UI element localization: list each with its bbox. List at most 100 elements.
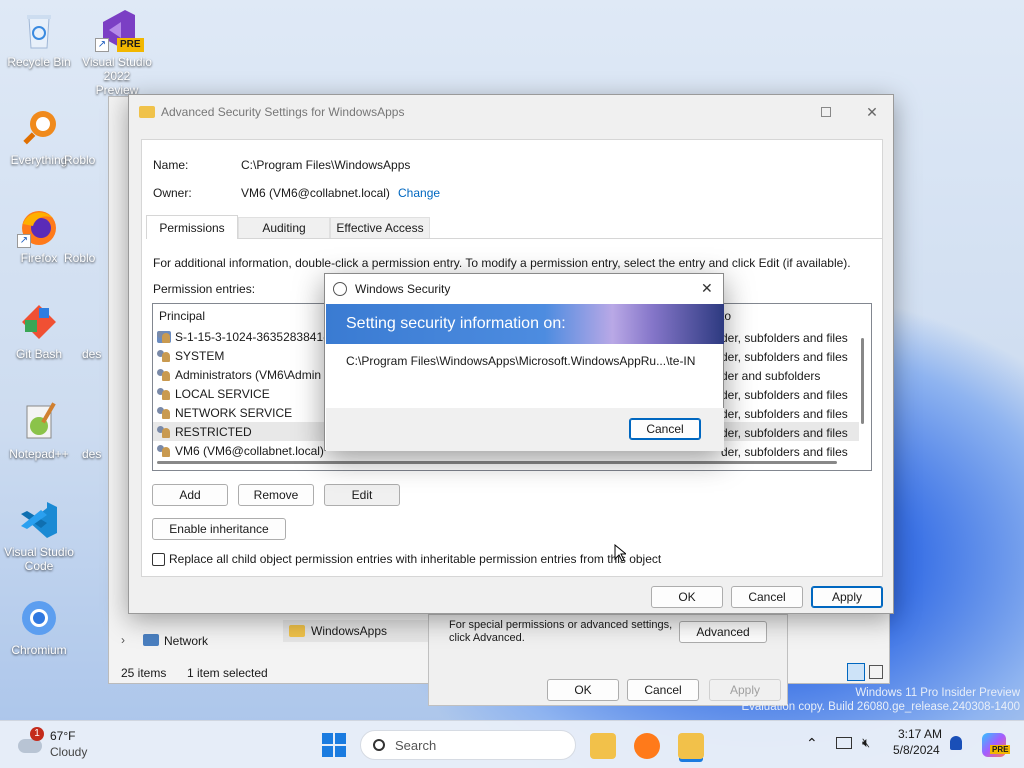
desktop-icon-git-bash[interactable]: Git Bash <box>4 300 74 361</box>
desktop-icon-label: Roblo <box>64 153 96 167</box>
owner-value: VM6 (VM6@collabnet.local) <box>241 186 390 200</box>
adv-cancel-button[interactable]: Cancel <box>731 586 803 608</box>
folder-list-item[interactable]: WindowsApps <box>283 620 433 642</box>
file-explorer-active-taskbar-icon[interactable] <box>678 733 704 759</box>
desktop-icon-vscode[interactable]: Visual Studio Code <box>4 498 74 573</box>
checkbox-label: Replace all child object permission entr… <box>169 552 662 566</box>
chromium-icon <box>17 596 61 640</box>
weather-alert-badge: 1 <box>30 727 44 741</box>
firefox-taskbar-icon[interactable] <box>634 733 660 759</box>
shortcut-arrow-icon: ↗ <box>17 234 31 248</box>
desktop-icon-recycle-bin[interactable]: Recycle Bin <box>4 8 74 69</box>
desktop-icon-label: Recycle Bin <box>7 55 71 69</box>
table-row[interactable]: LOCAL SERVICE <box>157 384 270 403</box>
windows-security-dialog: Windows Security ✕ Setting security info… <box>324 273 724 451</box>
wsec-footer: Cancel <box>326 408 724 451</box>
watermark-line1: Windows 11 Pro Insider Preview <box>855 687 1020 699</box>
chevron-up-icon[interactable]: ⌃ <box>806 735 818 752</box>
remove-button[interactable]: Remove <box>238 484 314 506</box>
clock-icon <box>333 282 347 296</box>
desktop-file-icon <box>88 300 108 344</box>
vertical-scrollbar[interactable] <box>861 338 864 424</box>
taskbar-search-box[interactable]: Search <box>360 730 576 760</box>
table-row[interactable]: S-1-15-3-1024-3635283841-2 <box>157 327 334 346</box>
display-icon[interactable] <box>836 737 852 749</box>
chevron-right-icon[interactable]: › <box>121 633 125 647</box>
tab-label: Effective Access <box>336 221 424 235</box>
desktop-icon-label: Chromium <box>11 643 67 657</box>
entries-label: Permission entries: <box>153 282 256 296</box>
adv-ok-button[interactable]: OK <box>651 586 723 608</box>
close-icon: ✕ <box>866 103 878 120</box>
desktop-icon-roblox-2[interactable]: Roblo <box>64 204 104 265</box>
name-value: C:\Program Files\WindowsApps <box>241 158 411 172</box>
user-group-icon <box>157 349 171 362</box>
wsec-close-icon[interactable]: ✕ <box>701 280 713 297</box>
desktop-icon-notepadpp[interactable]: Notepad++ <box>4 400 74 461</box>
adv-window-title: Advanced Security Settings for WindowsAp… <box>161 105 405 119</box>
table-row[interactable]: VM6 (VM6@collabnet.local) <box>157 441 324 460</box>
volume-muted-icon[interactable]: 🔇︎ <box>862 735 870 751</box>
clock-time[interactable]: 3:17 AM <box>898 727 942 741</box>
replace-child-permissions-checkbox[interactable]: Replace all child object permission entr… <box>152 552 661 566</box>
close-button[interactable]: ✕ <box>849 95 895 129</box>
column-header-principal[interactable]: Principal <box>159 309 205 323</box>
properties-advanced-button[interactable]: Advanced <box>679 621 767 643</box>
applies-to-cell: der, subfolders and files <box>721 388 848 402</box>
clock-date[interactable]: 5/8/2024 <box>893 743 940 757</box>
tab-effective-access[interactable]: Effective Access <box>330 217 430 239</box>
properties-cancel-button[interactable]: Cancel <box>627 679 699 701</box>
recycle-bin-icon <box>17 8 61 52</box>
maximize-button[interactable] <box>803 95 849 129</box>
wsec-titlebar[interactable]: Windows Security <box>325 274 723 304</box>
principal-name: S-1-15-3-1024-3635283841-2 <box>175 329 334 344</box>
wsec-path: C:\Program Files\WindowsApps\Microsoft.W… <box>346 354 696 368</box>
desktop-icon-roblox[interactable]: Roblo <box>64 106 104 167</box>
wsec-title: Windows Security <box>355 282 451 296</box>
firefox-icon: ↗ <box>17 204 61 248</box>
file-explorer-taskbar-icon[interactable] <box>590 733 616 759</box>
horizontal-scrollbar[interactable] <box>157 461 837 464</box>
notification-bell-icon[interactable] <box>950 736 962 750</box>
properties-ok-button[interactable]: OK <box>547 679 619 701</box>
start-button-windows-icon[interactable] <box>322 733 346 757</box>
cloud-icon <box>18 739 42 753</box>
tiles-view-icon[interactable] <box>869 665 883 679</box>
principal-name: LOCAL SERVICE <box>175 386 270 401</box>
principal-name: Administrators (VM6\Admin <box>175 367 322 382</box>
applies-to-cell: der and subfolders <box>721 369 821 383</box>
add-button[interactable]: Add <box>152 484 228 506</box>
taskbar: 1 67°F Cloudy Search ⌃ 🔇︎ 3:17 AM 5/8/20… <box>0 720 1024 768</box>
name-label: Name: <box>153 158 189 172</box>
enable-inheritance-button[interactable]: Enable inheritance <box>152 518 286 540</box>
user-group-icon <box>157 387 171 400</box>
everything-search-icon <box>17 106 61 150</box>
change-owner-link[interactable]: Change <box>398 186 440 200</box>
notepad-plus-plus-icon <box>17 400 61 444</box>
tab-label: Auditing <box>262 221 306 235</box>
table-row[interactable]: SYSTEM <box>157 346 224 365</box>
edit-button[interactable]: Edit <box>324 484 400 506</box>
nav-network[interactable]: Network <box>164 634 208 648</box>
applies-to-cell: der, subfolders and files <box>721 350 848 364</box>
wsec-cancel-button[interactable]: Cancel <box>629 418 701 440</box>
applies-to-cell: der, subfolders and files <box>721 331 848 345</box>
tab-permissions[interactable]: Permissions <box>146 215 238 239</box>
adv-apply-button[interactable]: Apply <box>811 586 883 608</box>
tab-auditing[interactable]: Auditing <box>238 217 330 239</box>
mouse-cursor-icon <box>614 544 626 562</box>
table-row[interactable]: NETWORK SERVICE <box>157 403 292 422</box>
weather-widget[interactable]: 1 67°F Cloudy <box>14 727 114 763</box>
table-row[interactable]: Administrators (VM6\Admin <box>157 365 321 384</box>
applies-to-cell: der, subfolders and files <box>721 445 848 459</box>
status-items: 25 items <box>121 666 167 680</box>
details-view-icon[interactable] <box>847 663 865 681</box>
applies-to-cell: der, subfolders and files <box>721 407 848 421</box>
weather-temp: 67°F <box>50 729 76 743</box>
desktop-icon-visual-studio-preview[interactable]: PRE ↗ Visual Studio 2022 Preview <box>82 8 152 97</box>
desktop-icon-chromium[interactable]: Chromium <box>4 596 74 657</box>
user-group-icon <box>157 425 171 438</box>
wsec-heading: Setting security information on: <box>346 315 566 332</box>
desktop-icon-label: Visual Studio 2022 Preview <box>82 55 152 97</box>
adv-titlebar[interactable]: Advanced Security Settings for WindowsAp… <box>129 95 893 129</box>
